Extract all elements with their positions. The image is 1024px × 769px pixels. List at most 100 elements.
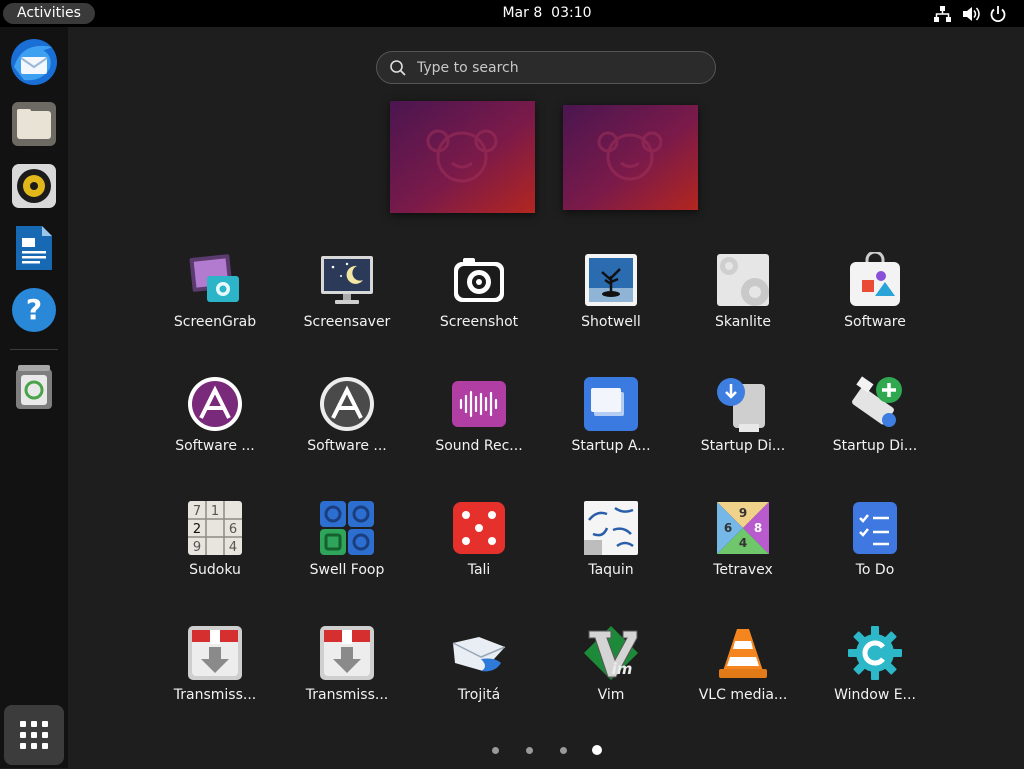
search-icon [390,60,406,76]
tetravex-digit: 9 [739,506,747,520]
clock[interactable]: Mar 8 03:10 [0,0,1024,27]
screenshot-icon [454,258,504,302]
app-tetravex[interactable]: 9 6 8 4 Tetravex [677,494,809,610]
help-icon: ? [12,288,56,332]
gear-icon [848,626,902,680]
svg-text:?: ? [26,293,42,326]
app-startup-disk-creator-2[interactable]: Startup Di... [809,370,941,486]
app-label: Sound Rec... [435,438,523,454]
dock-libreoffice-writer[interactable] [8,222,60,274]
power-icon[interactable] [988,4,1008,24]
page-dot[interactable] [491,746,499,754]
grid-icon [20,721,48,749]
app-label: Startup A... [571,438,651,454]
app-transmission-2[interactable]: Transmiss... [281,619,413,735]
screengrab-icon [189,254,239,302]
app-screenshot[interactable]: Screenshot [413,246,545,362]
vim-logo-text: im [612,660,633,678]
app-shotwell[interactable]: Shotwell [545,246,677,362]
app-label: Shotwell [581,314,641,330]
screensaver-icon [321,256,373,304]
page-dot[interactable] [525,746,533,754]
sudoku-digit: 4 [229,540,237,555]
sudoku-digit: 9 [193,540,201,555]
network-icon[interactable] [932,4,952,24]
wallpaper-thumbnail [390,101,535,213]
libreoffice-writer-icon [16,226,52,270]
software-properties-icon [188,377,242,431]
dock-separator [10,349,58,350]
wallpaper-thumbnail [563,105,698,210]
app-label: Screenshot [439,314,519,330]
search-input[interactable] [417,52,697,83]
app-screengrab[interactable]: ScreenGrab [149,246,281,362]
sudoku-digit: 1 [211,504,219,519]
app-software[interactable]: Software [809,246,941,362]
app-screensaver[interactable]: Screensaver [281,246,413,362]
app-vim[interactable]: im Vim [545,619,677,735]
app-label: Startup Di... [832,438,918,454]
app-label: Sudoku [189,562,241,578]
app-startup-applications[interactable]: Startup A... [545,370,677,486]
dice-icon [453,502,505,554]
page-dot[interactable] [559,746,567,754]
shotwell-icon [585,254,637,306]
app-taquin[interactable]: Taquin [545,494,677,610]
transmission-icon [320,626,374,680]
app-tali[interactable]: Tali [413,494,545,610]
app-label: Tetravex [713,562,773,578]
todo-checklist-icon [853,502,897,554]
files-icon [12,102,56,146]
dock-rhythmbox[interactable] [8,160,60,212]
sudoku-digit: 7 [193,504,201,519]
page-dot-active[interactable] [592,745,602,755]
dock-help[interactable]: ? [8,284,60,336]
transmission-icon [188,626,242,680]
mail-envelope-icon [452,637,506,672]
sound-recorder-icon [452,381,506,427]
sudoku-digit: 6 [229,522,237,537]
trash-icon [16,365,52,409]
app-label: Transmiss... [173,687,257,703]
dock-thunderbird[interactable] [8,36,60,88]
thunderbird-icon [11,39,57,85]
app-label: VLC media... [698,687,788,703]
top-bar: Activities Mar 8 03:10 [0,0,1024,27]
workspace-thumbnail-2[interactable] [563,105,698,210]
workspace-thumbnail-1[interactable] [390,101,535,213]
vim-icon: im [584,626,638,680]
usb-drive-download-icon [717,378,765,432]
app-label: Software [844,314,906,330]
app-swell-foop[interactable]: Swell Foop [281,494,413,610]
app-label: Transmiss... [305,687,389,703]
app-vlc[interactable]: VLC media... [677,619,809,735]
app-software-properties-1[interactable]: Software ... [149,370,281,486]
search-box[interactable] [376,51,716,84]
app-label: Software ... [175,438,255,454]
dock: ? [0,27,68,768]
app-trojita[interactable]: Trojitá [413,619,545,735]
app-transmission-1[interactable]: Transmiss... [149,619,281,735]
tetravex-digit: 4 [739,536,747,550]
app-label: ScreenGrab [173,314,257,330]
app-label: Screensaver [303,314,391,330]
app-sudoku[interactable]: 7 1 2 6 9 4 Sudoku [149,494,281,610]
sudoku-icon: 7 1 2 6 9 4 [188,501,242,555]
app-label: Swell Foop [309,562,385,578]
app-label: Taquin [588,562,634,578]
app-skanlite[interactable]: Skanlite [677,246,809,362]
clock-date: Mar 8 [502,5,543,21]
app-window-editor[interactable]: Window E... [809,619,941,735]
dock-files[interactable] [8,98,60,150]
app-to-do[interactable]: To Do [809,494,941,610]
dock-trash[interactable] [8,361,60,413]
app-label: To Do [855,562,895,578]
vlc-cone-icon [719,629,767,678]
app-sound-recorder[interactable]: Sound Rec... [413,370,545,486]
app-startup-disk-creator[interactable]: Startup Di... [677,370,809,486]
app-software-properties-2[interactable]: Software ... [281,370,413,486]
show-apps-button[interactable] [4,705,64,765]
volume-icon[interactable] [961,4,981,24]
app-label: Software ... [307,438,387,454]
tetravex-icon: 9 6 8 4 [717,502,769,554]
